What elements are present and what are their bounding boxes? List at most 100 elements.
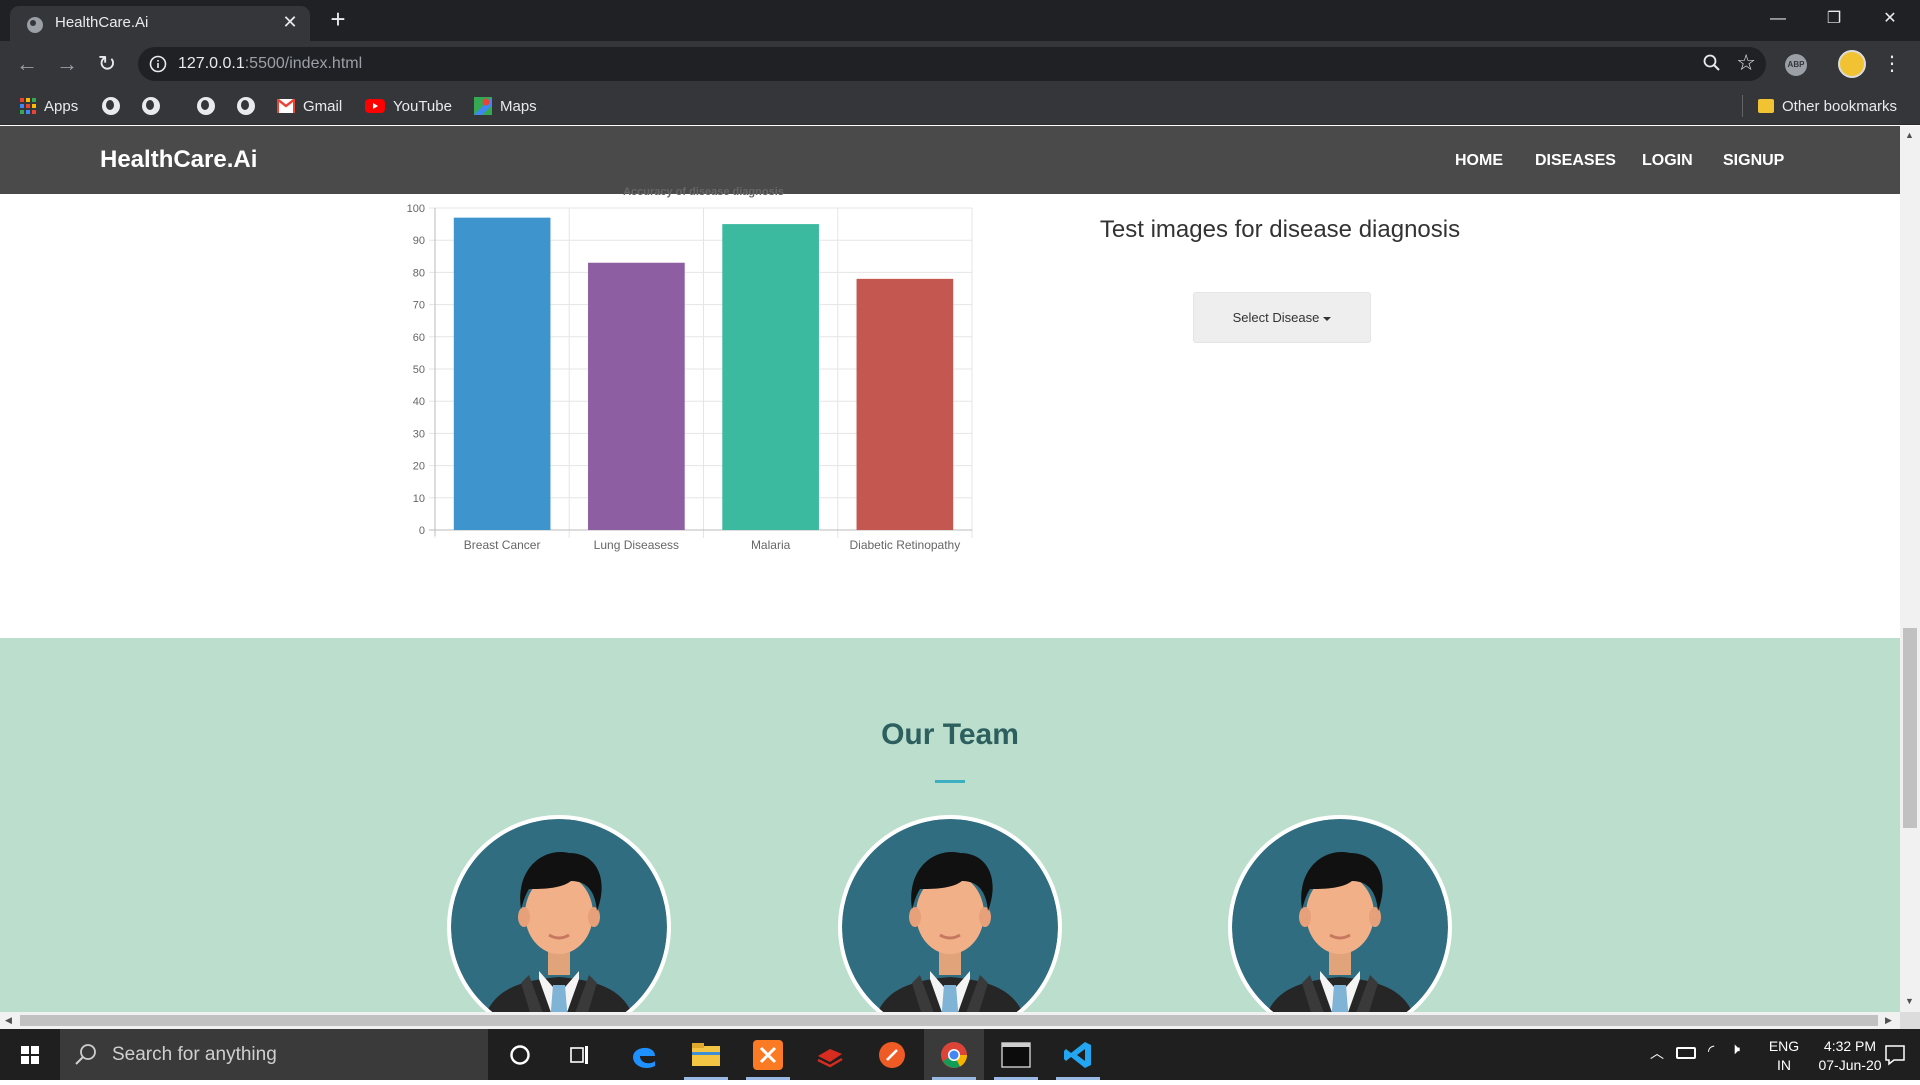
bookmark-star-icon[interactable]: ☆ — [1736, 50, 1756, 76]
tray-overflow-chevron-icon[interactable]: ︿ — [1650, 1043, 1664, 1063]
team-member-avatar — [1228, 815, 1452, 1012]
clock-date: 07-Jun-20 — [1818, 1057, 1882, 1073]
browser-tab[interactable]: HealthCare.Ai ✕ — [10, 6, 310, 41]
vertical-scrollbar[interactable] — [1900, 126, 1920, 1012]
minimize-button[interactable]: — — [1750, 0, 1806, 38]
bookmark-globe-2[interactable] — [142, 96, 160, 116]
chart-bar — [588, 262, 685, 530]
y-tick-label: 40 — [413, 396, 425, 408]
bookmark-youtube[interactable]: YouTube — [365, 96, 452, 116]
select-disease-label: Select Disease — [1232, 310, 1320, 325]
close-window-button[interactable]: ✕ — [1862, 0, 1918, 38]
bookmark-globe-4[interactable] — [237, 96, 255, 116]
new-tab-button[interactable]: + — [326, 6, 350, 32]
back-arrow-icon[interactable]: ← — [12, 49, 42, 79]
team-title-underline — [935, 780, 965, 783]
nav-home[interactable]: HOME — [1455, 152, 1503, 170]
caret-down-icon — [1323, 316, 1332, 321]
businessman-avatar-icon — [1232, 819, 1448, 1012]
browser-title-bar: HealthCare.Ai ✕ + — ❐ ✕ — [0, 0, 1920, 41]
profile-avatar[interactable] — [1838, 50, 1866, 78]
zoom-icon[interactable] — [1702, 53, 1722, 73]
volume-icon[interactable]: 🕨 — [1730, 1041, 1740, 1059]
chart-bar — [856, 278, 954, 530]
tab-title: HealthCare.Ai — [55, 14, 149, 31]
nav-login[interactable]: LOGIN — [1642, 152, 1693, 170]
nav-signup[interactable]: SIGNUP — [1723, 152, 1784, 170]
postman-icon[interactable] — [862, 1029, 922, 1080]
adblock-extension-icon[interactable]: ABP — [1785, 54, 1807, 76]
notification-center-icon[interactable] — [1884, 1044, 1906, 1066]
bookmarks-divider — [1742, 95, 1743, 117]
clock[interactable]: 4:32 PM 07-Jun-20 — [1810, 1037, 1890, 1075]
team-member-avatar — [447, 815, 671, 1012]
y-tick-label: 20 — [413, 461, 425, 473]
battery-icon[interactable] — [1676, 1047, 1696, 1059]
chrome-taskbar-icon[interactable] — [924, 1029, 984, 1080]
scroll-up-arrow-icon[interactable]: ▲ — [1905, 130, 1914, 140]
language-indicator[interactable]: ENG IN — [1768, 1037, 1800, 1075]
scroll-down-arrow-icon[interactable]: ▼ — [1905, 996, 1914, 1006]
bookmark-other[interactable]: Other bookmarks — [1758, 96, 1897, 116]
windows-logo-icon — [21, 1046, 39, 1064]
y-tick-label: 100 — [407, 203, 425, 215]
xampp-icon[interactable] — [738, 1029, 798, 1080]
globe-favicon-icon — [27, 17, 43, 33]
nav-diseases[interactable]: DISEASES — [1535, 152, 1616, 170]
globe-icon — [237, 97, 255, 115]
site-info-icon[interactable] — [148, 54, 168, 74]
y-tick-label: 60 — [413, 332, 425, 344]
file-explorer-icon[interactable] — [676, 1029, 736, 1080]
start-button[interactable] — [0, 1029, 60, 1080]
bookmark-apps[interactable]: Apps — [20, 96, 78, 116]
scroll-right-arrow-icon[interactable]: ▶ — [1885, 1015, 1892, 1026]
maps-icon — [474, 97, 492, 115]
scrollbar-corner — [1900, 1012, 1920, 1029]
x-tick-label: Breast Cancer — [464, 538, 541, 552]
url-path: :5500/index.html — [244, 55, 363, 72]
y-tick-label: 90 — [413, 235, 425, 247]
x-tick-label: Diabetic Retinopathy — [850, 538, 961, 552]
bookmark-globe-3[interactable] — [197, 96, 215, 116]
reload-icon[interactable]: ↻ — [92, 49, 122, 79]
y-tick-label: 50 — [413, 364, 425, 376]
businessman-avatar-icon — [842, 819, 1058, 1012]
scroll-left-arrow-icon[interactable]: ◀ — [5, 1015, 12, 1026]
cortana-icon[interactable] — [490, 1029, 550, 1080]
taskbar-search-box[interactable]: Search for anything — [60, 1029, 488, 1080]
tab-close-icon[interactable]: ✕ — [279, 11, 301, 33]
address-bar[interactable]: 127.0.0.1:5500/index.html ☆ — [138, 47, 1766, 81]
clock-time: 4:32 PM — [1823, 1038, 1877, 1054]
region-code: IN — [1777, 1057, 1791, 1073]
bookmark-maps[interactable]: Maps — [474, 96, 537, 116]
select-disease-dropdown[interactable]: Select Disease — [1193, 292, 1371, 343]
chart-bar — [722, 224, 819, 530]
site-brand[interactable]: HealthCare.Ai — [100, 146, 257, 174]
browser-toolbar: ← → ↻ 127.0.0.1:5500/index.html ☆ ABP ⋮ — [0, 41, 1920, 87]
bookmark-apps-label: Apps — [44, 97, 79, 115]
globe-icon — [142, 97, 160, 115]
restore-button[interactable]: ❐ — [1806, 0, 1862, 38]
vertical-scroll-thumb[interactable] — [1903, 628, 1917, 828]
apps-grid-icon — [20, 98, 36, 114]
bookmark-gmail[interactable]: Gmail — [277, 96, 342, 116]
bookmark-globe-1[interactable] — [102, 96, 120, 116]
bookmark-other-label: Other bookmarks — [1782, 97, 1898, 115]
wifi-icon[interactable]: ◜ — [1708, 1041, 1714, 1061]
y-tick-label: 10 — [413, 493, 425, 505]
x-tick-label: Lung Diseasess — [594, 538, 679, 552]
chrome-menu-icon[interactable]: ⋮ — [1882, 51, 1902, 77]
redis-app-icon[interactable] — [800, 1029, 860, 1080]
search-icon — [75, 1044, 96, 1065]
task-view-icon[interactable] — [550, 1029, 610, 1080]
horizontal-scroll-thumb[interactable] — [20, 1015, 1878, 1026]
edge-browser-icon[interactable] — [614, 1029, 674, 1080]
vscode-icon[interactable] — [1048, 1029, 1108, 1080]
bookmark-gmail-label: Gmail — [303, 97, 343, 115]
terminal-icon[interactable] — [986, 1029, 1046, 1080]
y-tick-label: 80 — [413, 267, 425, 279]
y-tick-label: 70 — [413, 300, 425, 312]
globe-icon — [197, 97, 215, 115]
bookmark-youtube-label: YouTube — [393, 97, 452, 115]
forward-arrow-icon[interactable]: → — [52, 49, 82, 79]
